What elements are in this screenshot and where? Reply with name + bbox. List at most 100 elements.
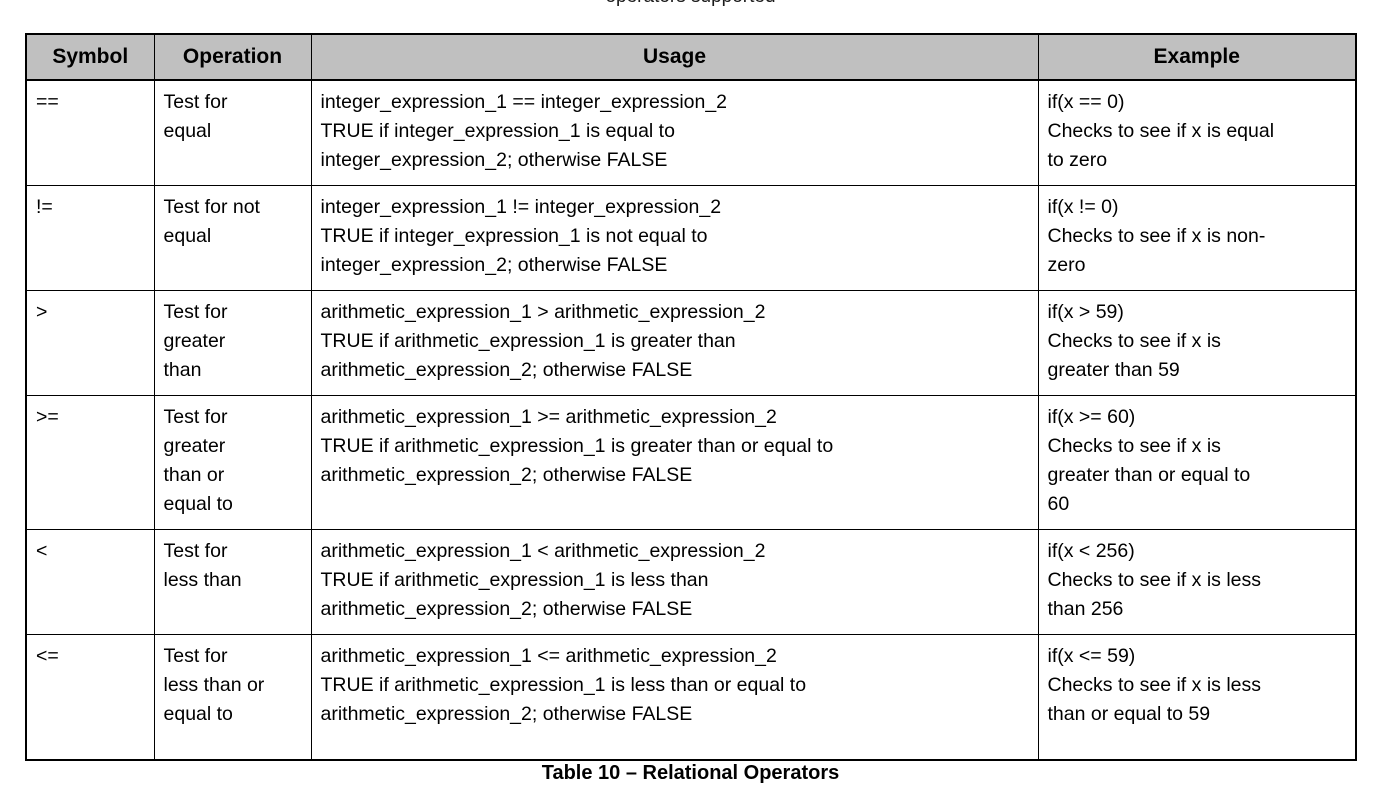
cell-example: if(x > 59) Checks to see if x is greater t… xyxy=(1037,290,1357,396)
text-line: arithmetic_expression_1 >= arithmetic_ex… xyxy=(320,406,777,428)
cell-operation: Test for less than or equal to xyxy=(153,634,312,760)
text-line: TRUE if arithmetic_expression_1 is great… xyxy=(320,330,736,352)
text-line: Test for xyxy=(163,91,228,113)
text-line: greater xyxy=(163,435,226,457)
cell-operation: Test for less than xyxy=(153,529,312,635)
cell-operation-text: Test for not equal xyxy=(164,193,302,251)
text-line: arithmetic_expression_2; otherwise FALSE xyxy=(320,464,693,486)
text-line: if(x != 0) xyxy=(1047,196,1119,218)
cell-symbol: >= xyxy=(25,395,155,530)
text-line: Test for xyxy=(163,540,228,562)
text-line: Test for xyxy=(163,301,228,323)
text-line: less than xyxy=(163,569,242,591)
cell-symbol: < xyxy=(25,529,155,635)
text-line: TRUE if integer_expression_1 is not equa… xyxy=(320,225,708,247)
text-line: than 256 xyxy=(1047,598,1124,620)
table-row: <= Test for less than or equal to arithmetic… xyxy=(25,634,1357,760)
text-line: arithmetic_expression_2; otherwise FALSE xyxy=(320,703,693,725)
cell-usage-text: integer_expression_1 != integer_expressi… xyxy=(321,193,1029,280)
text-line: integer_expression_2; otherwise FALSE xyxy=(320,254,668,276)
text-line: if(x > 59) xyxy=(1047,301,1124,323)
text-line: <= xyxy=(36,645,59,667)
text-line: != xyxy=(36,196,53,218)
cell-usage-text: arithmetic_expression_1 >= arithmetic_ex… xyxy=(321,403,1029,490)
cell-symbol-text: == xyxy=(36,88,145,117)
text-line: >= xyxy=(36,406,59,428)
cell-example: if(x == 0) Checks to see if x is equal to … xyxy=(1037,79,1357,186)
text-line: Test for not xyxy=(163,196,260,218)
text-line: than or equal to 59 xyxy=(1047,703,1211,725)
text-line: arithmetic_expression_1 < arithmetic_exp… xyxy=(320,540,766,562)
text-line: integer_expression_1 != integer_expressi… xyxy=(320,196,722,218)
cell-example: if(x < 256) Checks to see if x is less tha… xyxy=(1037,529,1357,635)
column-header-operation: Operation xyxy=(153,33,312,81)
table-row: >= Test for greater than or equal to arithmet… xyxy=(25,395,1357,530)
text-line: equal xyxy=(163,225,212,247)
text-line: than or xyxy=(163,464,225,486)
table-caption: Table 10 – Relational Operators xyxy=(541,762,840,784)
cell-usage-text: arithmetic_expression_1 < arithmetic_exp… xyxy=(321,537,1029,624)
relational-operators-table-container: Symbol Operation Usage Example == Test fo… xyxy=(25,33,1357,761)
text-line: arithmetic_expression_2; otherwise FALSE xyxy=(320,598,693,620)
cell-usage: arithmetic_expression_1 >= arithmetic_ex… xyxy=(310,395,1039,530)
cell-symbol: != xyxy=(25,185,155,291)
text-line: > xyxy=(36,301,48,323)
cell-symbol-text: != xyxy=(36,193,145,222)
text-line: equal to xyxy=(163,493,233,515)
column-header-usage: Usage xyxy=(310,33,1039,81)
text-line: Checks to see if x is less xyxy=(1047,569,1262,591)
text-line: zero xyxy=(1047,254,1086,276)
text-line: equal to xyxy=(163,703,233,725)
text-line: if(x >= 60) xyxy=(1047,406,1136,428)
clipped-top-text: operators supported xyxy=(0,0,1381,8)
cell-symbol-text: >= xyxy=(36,403,145,432)
cell-symbol-text: < xyxy=(36,537,145,566)
cell-symbol: > xyxy=(25,290,155,396)
cell-operation-text: Test for equal xyxy=(164,88,302,146)
table-body: == Test for equal integer_expression_1 == i… xyxy=(25,79,1357,760)
text-line: integer_expression_2; otherwise FALSE xyxy=(320,149,668,171)
text-line: greater xyxy=(163,330,226,352)
relational-operators-table: Symbol Operation Usage Example == Test fo… xyxy=(25,33,1357,761)
text-line: Test for xyxy=(163,406,228,428)
table-header-row: Symbol Operation Usage Example xyxy=(25,33,1357,81)
cell-symbol: == xyxy=(25,79,155,186)
text-line: less than or xyxy=(163,674,265,696)
text-line: greater than 59 xyxy=(1047,359,1180,381)
text-line: Checks to see if x is less xyxy=(1047,674,1262,696)
text-line: arithmetic_expression_2; otherwise FALSE xyxy=(320,359,693,381)
cell-example-text: if(x < 256) Checks to see if x is less tha… xyxy=(1048,537,1347,624)
cell-operation-text: Test for greater than or equal to xyxy=(164,403,302,519)
cell-example-text: if(x != 0) Checks to see if x is non-zero xyxy=(1048,193,1347,280)
cell-operation: Test for greater than xyxy=(153,290,312,396)
text-line: integer_expression_1 == integer_expressi… xyxy=(320,91,728,113)
text-line: arithmetic_expression_1 > arithmetic_exp… xyxy=(320,301,766,323)
text-line: if(x <= 59) xyxy=(1047,645,1136,667)
cell-usage: integer_expression_1 == integer_expressi… xyxy=(310,79,1039,186)
table-header: Symbol Operation Usage Example xyxy=(25,33,1357,81)
cell-example: if(x <= 59) Checks to see if x is less tha… xyxy=(1037,634,1357,760)
cell-example: if(x != 0) Checks to see if x is non-zero xyxy=(1037,185,1357,291)
text-line: Checks to see if x is xyxy=(1047,330,1221,352)
cell-usage: arithmetic_expression_1 <= arithmetic_ex… xyxy=(310,634,1039,760)
text-line: if(x < 256) xyxy=(1047,540,1135,562)
text-line: than xyxy=(163,359,202,381)
table-row: < Test for less than arithmetic_expression_… xyxy=(25,529,1357,635)
text-line: arithmetic_expression_1 <= arithmetic_ex… xyxy=(320,645,777,667)
cell-usage: arithmetic_expression_1 > arithmetic_exp… xyxy=(310,290,1039,396)
column-header-symbol: Symbol xyxy=(25,33,155,81)
cell-symbol-text: <= xyxy=(36,642,145,671)
text-line: TRUE if arithmetic_expression_1 is less … xyxy=(320,569,709,591)
cell-usage-text: arithmetic_expression_1 > arithmetic_exp… xyxy=(321,298,1029,385)
document-page: operators supported Symbol Operation Usa… xyxy=(0,0,1381,796)
table-row: > Test for greater than arithmetic_expressio… xyxy=(25,290,1357,396)
text-line: 60 xyxy=(1047,493,1070,515)
cell-operation-text: Test for less than xyxy=(164,537,302,595)
text-line: < xyxy=(36,540,48,562)
cell-example-text: if(x <= 59) Checks to see if x is less tha… xyxy=(1048,642,1347,729)
cell-example-text: if(x == 0) Checks to see if x is equal to … xyxy=(1048,88,1347,175)
text-line: Checks to see if x is non- xyxy=(1047,225,1266,247)
cell-example-text: if(x >= 60) Checks to see if x is greater … xyxy=(1048,403,1347,519)
cell-operation: Test for greater than or equal to xyxy=(153,395,312,530)
text-line: == xyxy=(36,91,59,113)
